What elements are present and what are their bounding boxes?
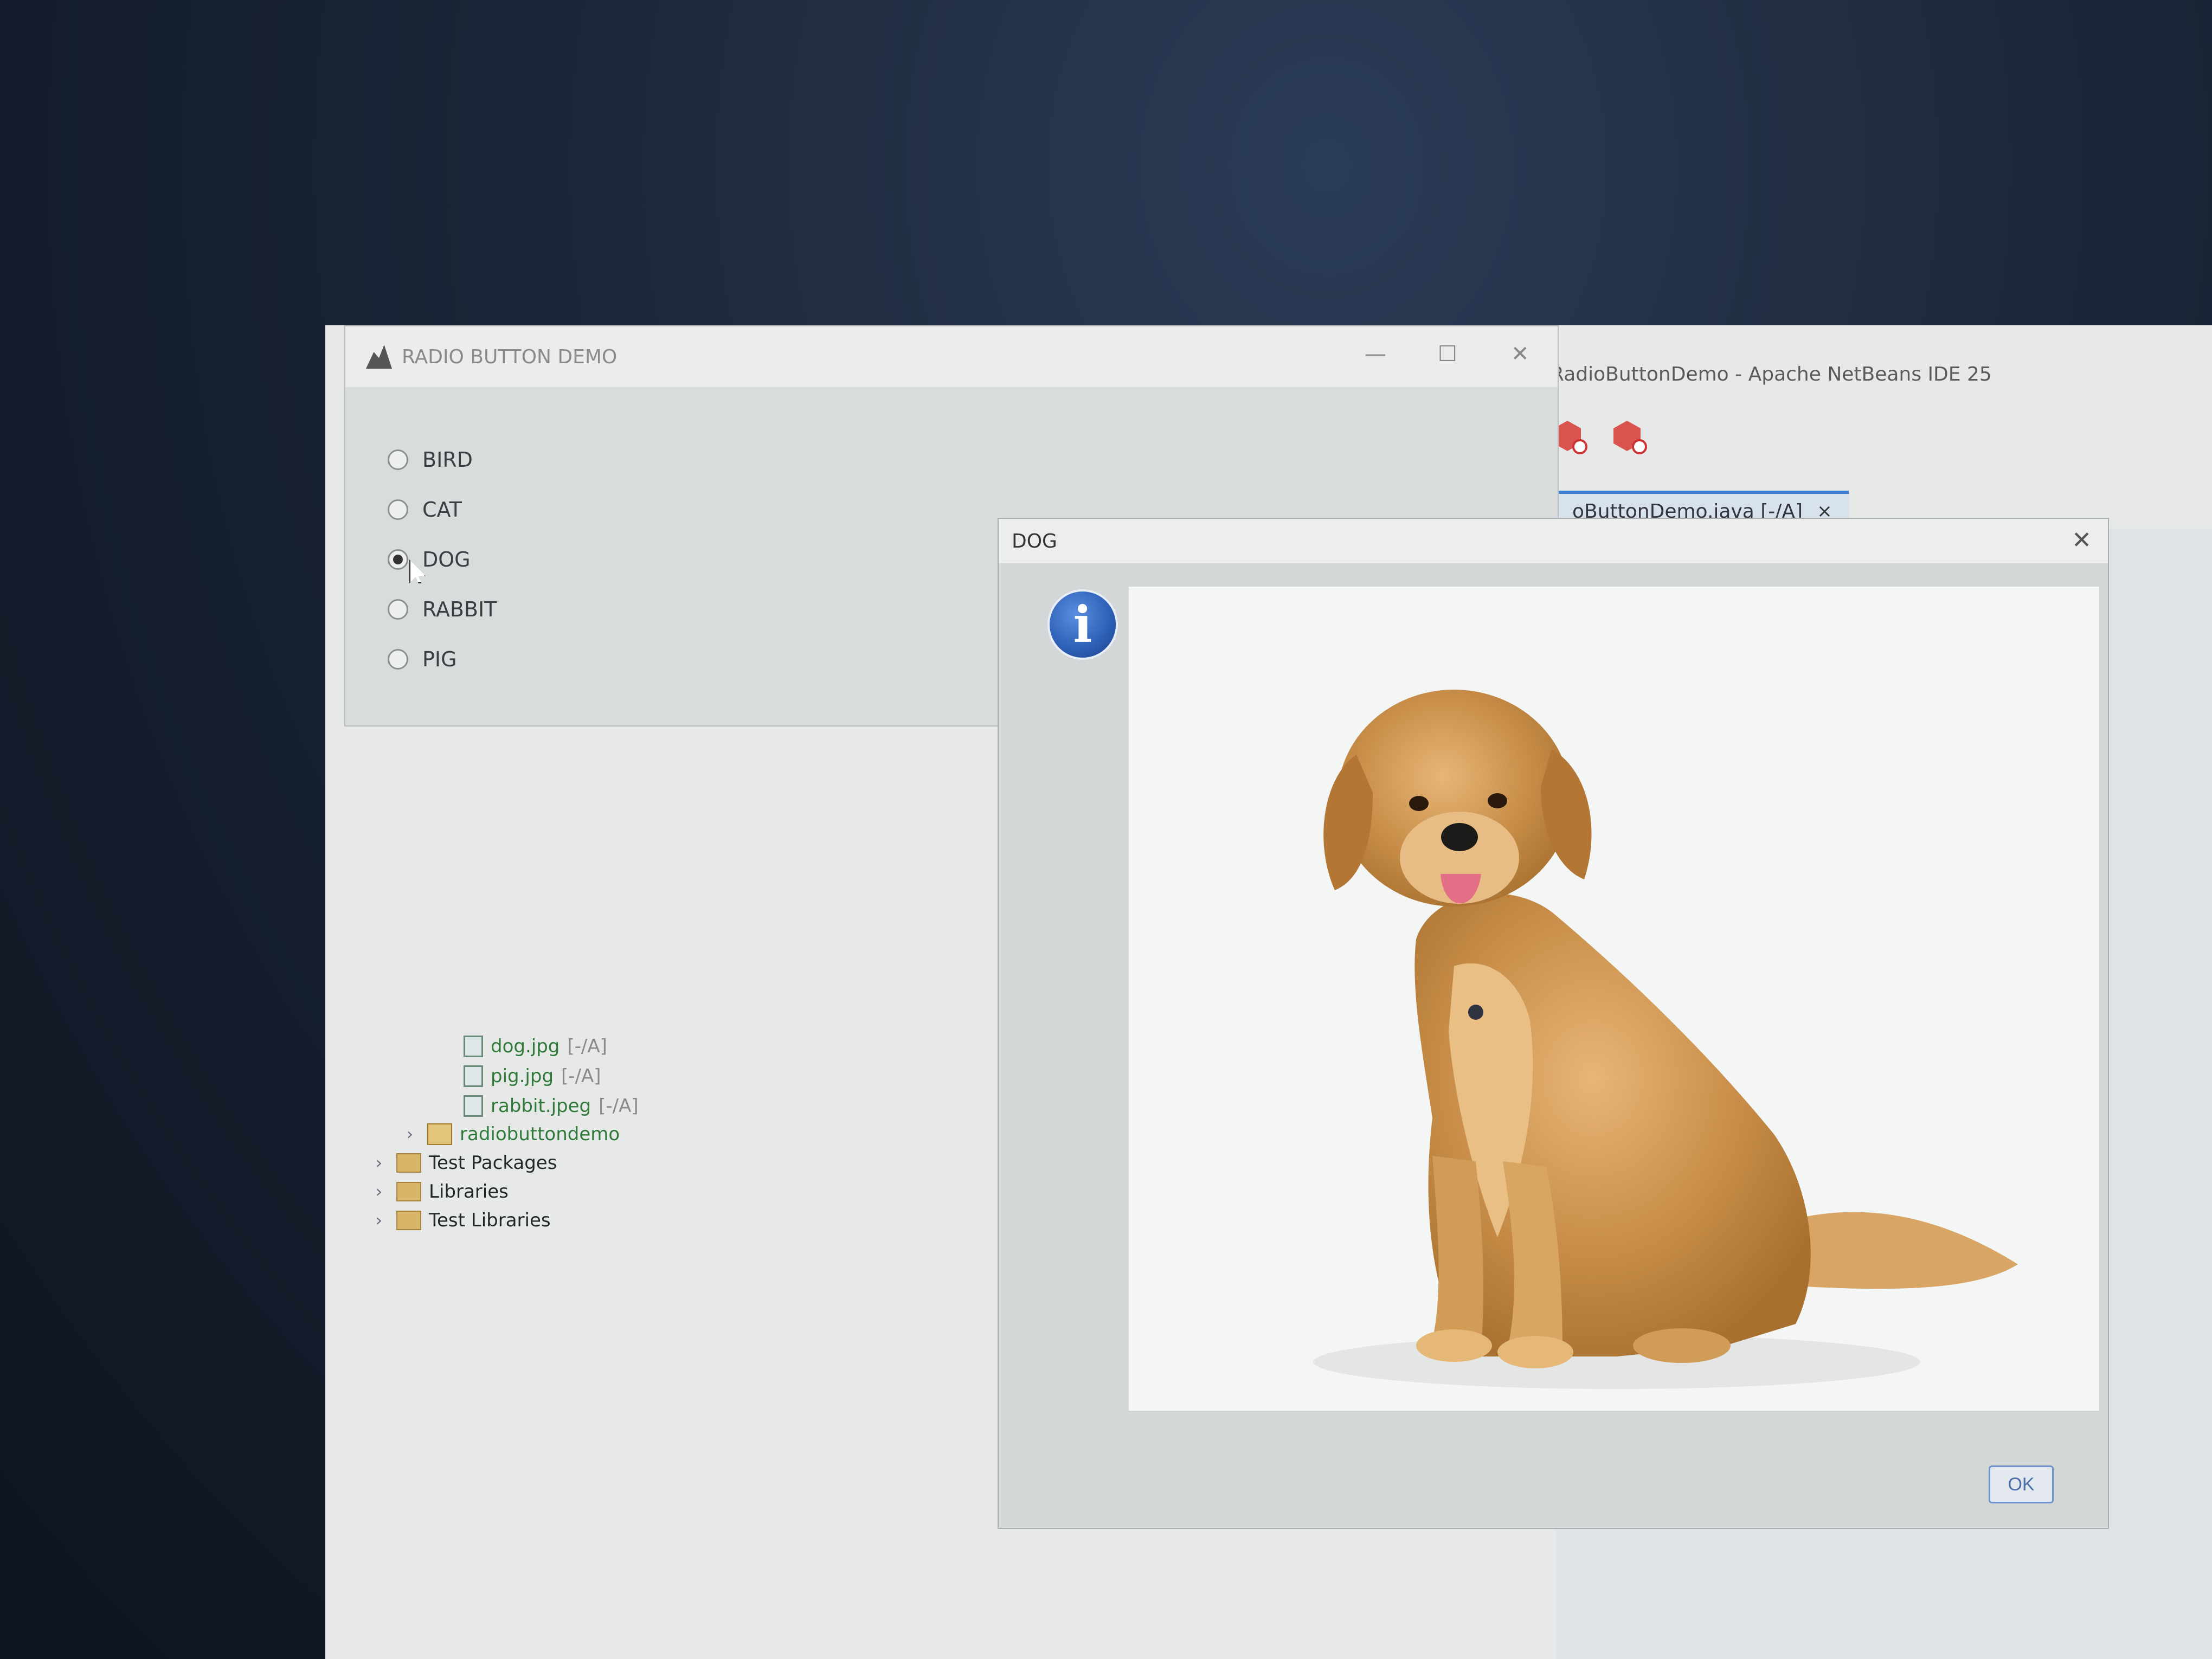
dog-image (1129, 587, 2099, 1411)
tree-item[interactable]: › Test Libraries (376, 1210, 551, 1231)
close-button[interactable]: ✕ (1511, 342, 1529, 366)
radio-circle-selected[interactable] (388, 549, 408, 570)
radio-label: RABBIT (422, 597, 497, 621)
folder-icon (396, 1153, 421, 1173)
minimize-button[interactable]: — (1365, 342, 1386, 366)
radio-circle[interactable] (388, 599, 408, 620)
tree-item-label: radiobuttondemo (460, 1123, 620, 1145)
tree-item[interactable]: dog.jpg [-/A] (464, 1036, 607, 1057)
maximize-button[interactable]: ☐ (1438, 342, 1457, 366)
tree-item[interactable]: › Test Packages (376, 1152, 557, 1174)
java-app-icon (366, 345, 392, 369)
info-icon: i (1047, 589, 1118, 660)
radio-rabbit[interactable]: RABBIT (388, 584, 497, 634)
tree-item[interactable]: pig.jpg [-/A] (464, 1065, 601, 1087)
radio-group: BIRD CAT DOG RABBIT PIG (388, 435, 497, 684)
radio-pig[interactable]: PIG (388, 634, 497, 684)
tree-item[interactable]: › Libraries (376, 1181, 509, 1203)
tree-item-label: pig.jpg (491, 1065, 554, 1087)
tree-item-label: rabbit.jpeg (491, 1095, 591, 1117)
radio-circle[interactable] (388, 499, 408, 520)
radio-dog[interactable]: DOG (388, 535, 497, 584)
radio-label: CAT (422, 498, 462, 522)
chevron-right-icon[interactable]: › (407, 1125, 420, 1144)
clock-icon (1572, 439, 1587, 454)
dialog-title: DOG (1012, 530, 1057, 552)
tree-item-label: Test Packages (429, 1152, 557, 1174)
target-icon (1632, 439, 1647, 454)
ide-toolbar (1551, 417, 1648, 455)
radio-label: BIRD (422, 448, 473, 472)
chevron-right-icon[interactable]: › (376, 1154, 389, 1173)
dialog-close-button[interactable]: ✕ (2072, 526, 2092, 554)
radio-circle[interactable] (388, 649, 408, 670)
radio-cat[interactable]: CAT (388, 485, 497, 535)
chevron-right-icon[interactable]: › (376, 1182, 389, 1201)
tree-item-status: [-/A] (567, 1036, 607, 1057)
folder-icon (396, 1211, 421, 1230)
tree-item[interactable]: › radiobuttondemo (407, 1123, 620, 1145)
radio-label: PIG (422, 647, 457, 671)
image-file-icon (464, 1095, 483, 1117)
image-file-icon (464, 1036, 483, 1057)
radio-window-titlebar[interactable]: RADIO BUTTON DEMO — ☐ ✕ (345, 326, 1558, 387)
tree-item-label: Libraries (429, 1181, 509, 1203)
dialog-titlebar[interactable]: DOG ✕ (999, 519, 2108, 563)
radio-bird[interactable]: BIRD (388, 435, 497, 485)
tree-item[interactable]: rabbit.jpeg [-/A] (464, 1095, 639, 1117)
package-icon (427, 1123, 452, 1145)
radio-window-title: RADIO BUTTON DEMO (402, 345, 618, 368)
tree-item-label: Test Libraries (429, 1210, 551, 1231)
radio-label: DOG (422, 548, 471, 571)
folder-icon (396, 1182, 421, 1201)
screen: RadioButtonDemo - Apache NetBeans IDE 25… (325, 325, 2212, 1659)
tree-item-status: [-/A] (561, 1065, 601, 1087)
ok-button[interactable]: OK (1989, 1465, 2054, 1503)
profile-file-button[interactable] (1610, 417, 1648, 455)
image-file-icon (464, 1065, 483, 1087)
radio-circle[interactable] (388, 449, 408, 470)
ide-title: RadioButtonDemo - Apache NetBeans IDE 25 (1551, 363, 1992, 385)
tree-item-status: [-/A] (599, 1095, 639, 1117)
chevron-right-icon[interactable]: › (376, 1211, 389, 1230)
tree-item-label: dog.jpg (491, 1036, 560, 1057)
dog-illustration (1313, 690, 2018, 1389)
dog-dialog: DOG ✕ i OK (998, 518, 2109, 1529)
